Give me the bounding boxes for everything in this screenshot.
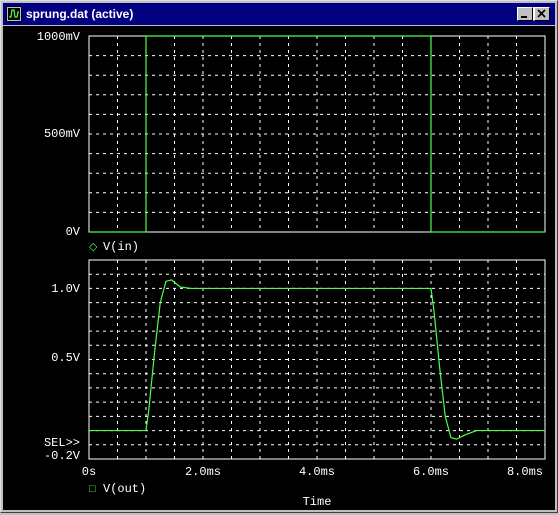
vout-legend-marker: □ [89,484,96,496]
x-tick-0s: 0s [82,465,96,479]
title-bar[interactable]: sprung.dat (active) [3,3,555,25]
x-tick-8ms: 8.0ms [507,465,543,479]
top-y-tick-0V: 0V [66,225,81,239]
probe-waveform-icon[interactable] [6,6,22,22]
vin-legend-marker: ◇ [89,242,98,254]
minimize-button[interactable] [517,7,533,21]
x-tick-4ms: 4.0ms [299,465,335,479]
x-tick-2ms: 2.0ms [185,465,221,479]
close-icon [537,9,546,18]
waveform-plots[interactable]: 1000mV 500mV 0V ◇ V(in) 1.0V 0.5V SEL>> … [3,26,555,510]
top-plot-grid [89,36,545,232]
plot-area[interactable]: 1000mV 500mV 0V ◇ V(in) 1.0V 0.5V SEL>> … [3,26,555,510]
vout-legend-label[interactable]: V(out) [103,482,146,496]
bottom-y-tick-0.5V: 0.5V [51,351,81,365]
x-tick-6ms: 6.0ms [413,465,449,479]
bottom-y-tick-1V: 1.0V [51,282,81,296]
minimize-icon [521,16,527,18]
vin-legend-label[interactable]: V(in) [103,240,139,254]
close-button[interactable] [534,7,550,21]
bottom-plot-grid [89,260,545,459]
top-y-tick-1000mV: 1000mV [37,30,81,44]
x-axis-label: Time [303,495,332,509]
probe-window: sprung.dat (active) 1000mV 500mV 0V ◇ V(… [0,0,558,513]
sel-marker[interactable]: SEL>> [44,436,80,450]
window-title: sprung.dat (active) [26,7,134,21]
top-y-tick-500mV: 500mV [44,127,81,141]
bottom-y-tick-neg0.2V: -0.2V [44,449,81,463]
